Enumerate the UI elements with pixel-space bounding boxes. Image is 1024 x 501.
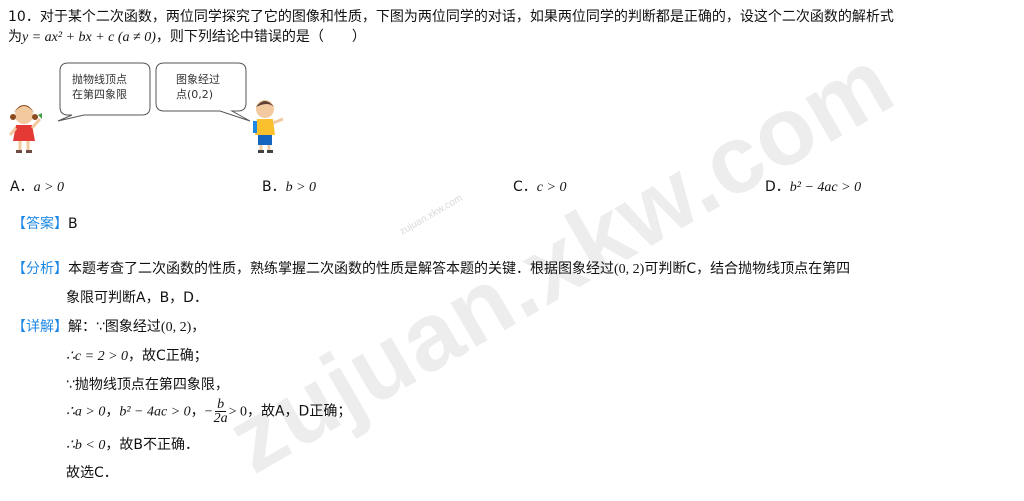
detail-line-3: ∵抛物线顶点在第四象限，: [66, 377, 229, 393]
girl-figure: [8, 105, 42, 153]
right-bubble-text: 图象经过 点(0,2): [176, 73, 220, 101]
fraction-b-over-2a: b 2a: [213, 397, 228, 426]
detail-line-5: ∴b < 0，故B不正确．: [66, 437, 199, 453]
left-bubble-text: 抛物线顶点 在第四象限: [72, 73, 127, 101]
option-c: C．c > 0: [513, 179, 567, 195]
watermark-small: zujuan.xkw.com: [398, 192, 465, 238]
option-b: B．b > 0: [262, 179, 317, 195]
detail-line-2: ∴c = 2 > 0，故C正确；: [66, 348, 208, 364]
answer-tag: 【答案】: [12, 216, 68, 232]
detail-line-4: ∴a > 0，b² − 4ac > 0，− b 2a > 0，故A，D正确；: [66, 397, 352, 426]
option-d: D．b² − 4ac > 0: [765, 179, 862, 195]
answer-line: 【答案】B: [12, 213, 78, 233]
detail-tag: 【详解】: [12, 319, 68, 335]
analysis-tag: 【分析】: [12, 261, 68, 277]
detail-line-1: 【详解】解：∵图象经过(0, 2)，: [12, 319, 206, 335]
question-number: 10: [8, 9, 26, 25]
question-line-2: 为y = ax² + bx + c (a ≠ 0)，则下列结论中错误的是（ ）: [8, 29, 366, 45]
answer-value: B: [68, 216, 78, 232]
question-line-1: 10．对于某个二次函数，两位同学探究了它的图像和性质，下图为两位同学的对话，如果…: [8, 9, 894, 25]
option-a: A．a > 0: [10, 179, 65, 195]
analysis-line-2: 象限可判断A，B，D．: [66, 290, 208, 306]
boy-figure: [253, 100, 284, 153]
analysis-line-1: 【分析】本题考查了二次函数的性质，熟练掌握二次函数的性质是解答本题的关键．根据图…: [12, 261, 851, 277]
question-text: 对于某个二次函数，两位同学探究了它的图像和性质，下图为两位同学的对话，如果两位同…: [39, 9, 894, 25]
dialogue-illustration: [8, 62, 284, 153]
detail-line-6: 故选C．: [66, 465, 118, 481]
question-formula: y = ax² + bx + c (a ≠ 0): [22, 30, 156, 45]
